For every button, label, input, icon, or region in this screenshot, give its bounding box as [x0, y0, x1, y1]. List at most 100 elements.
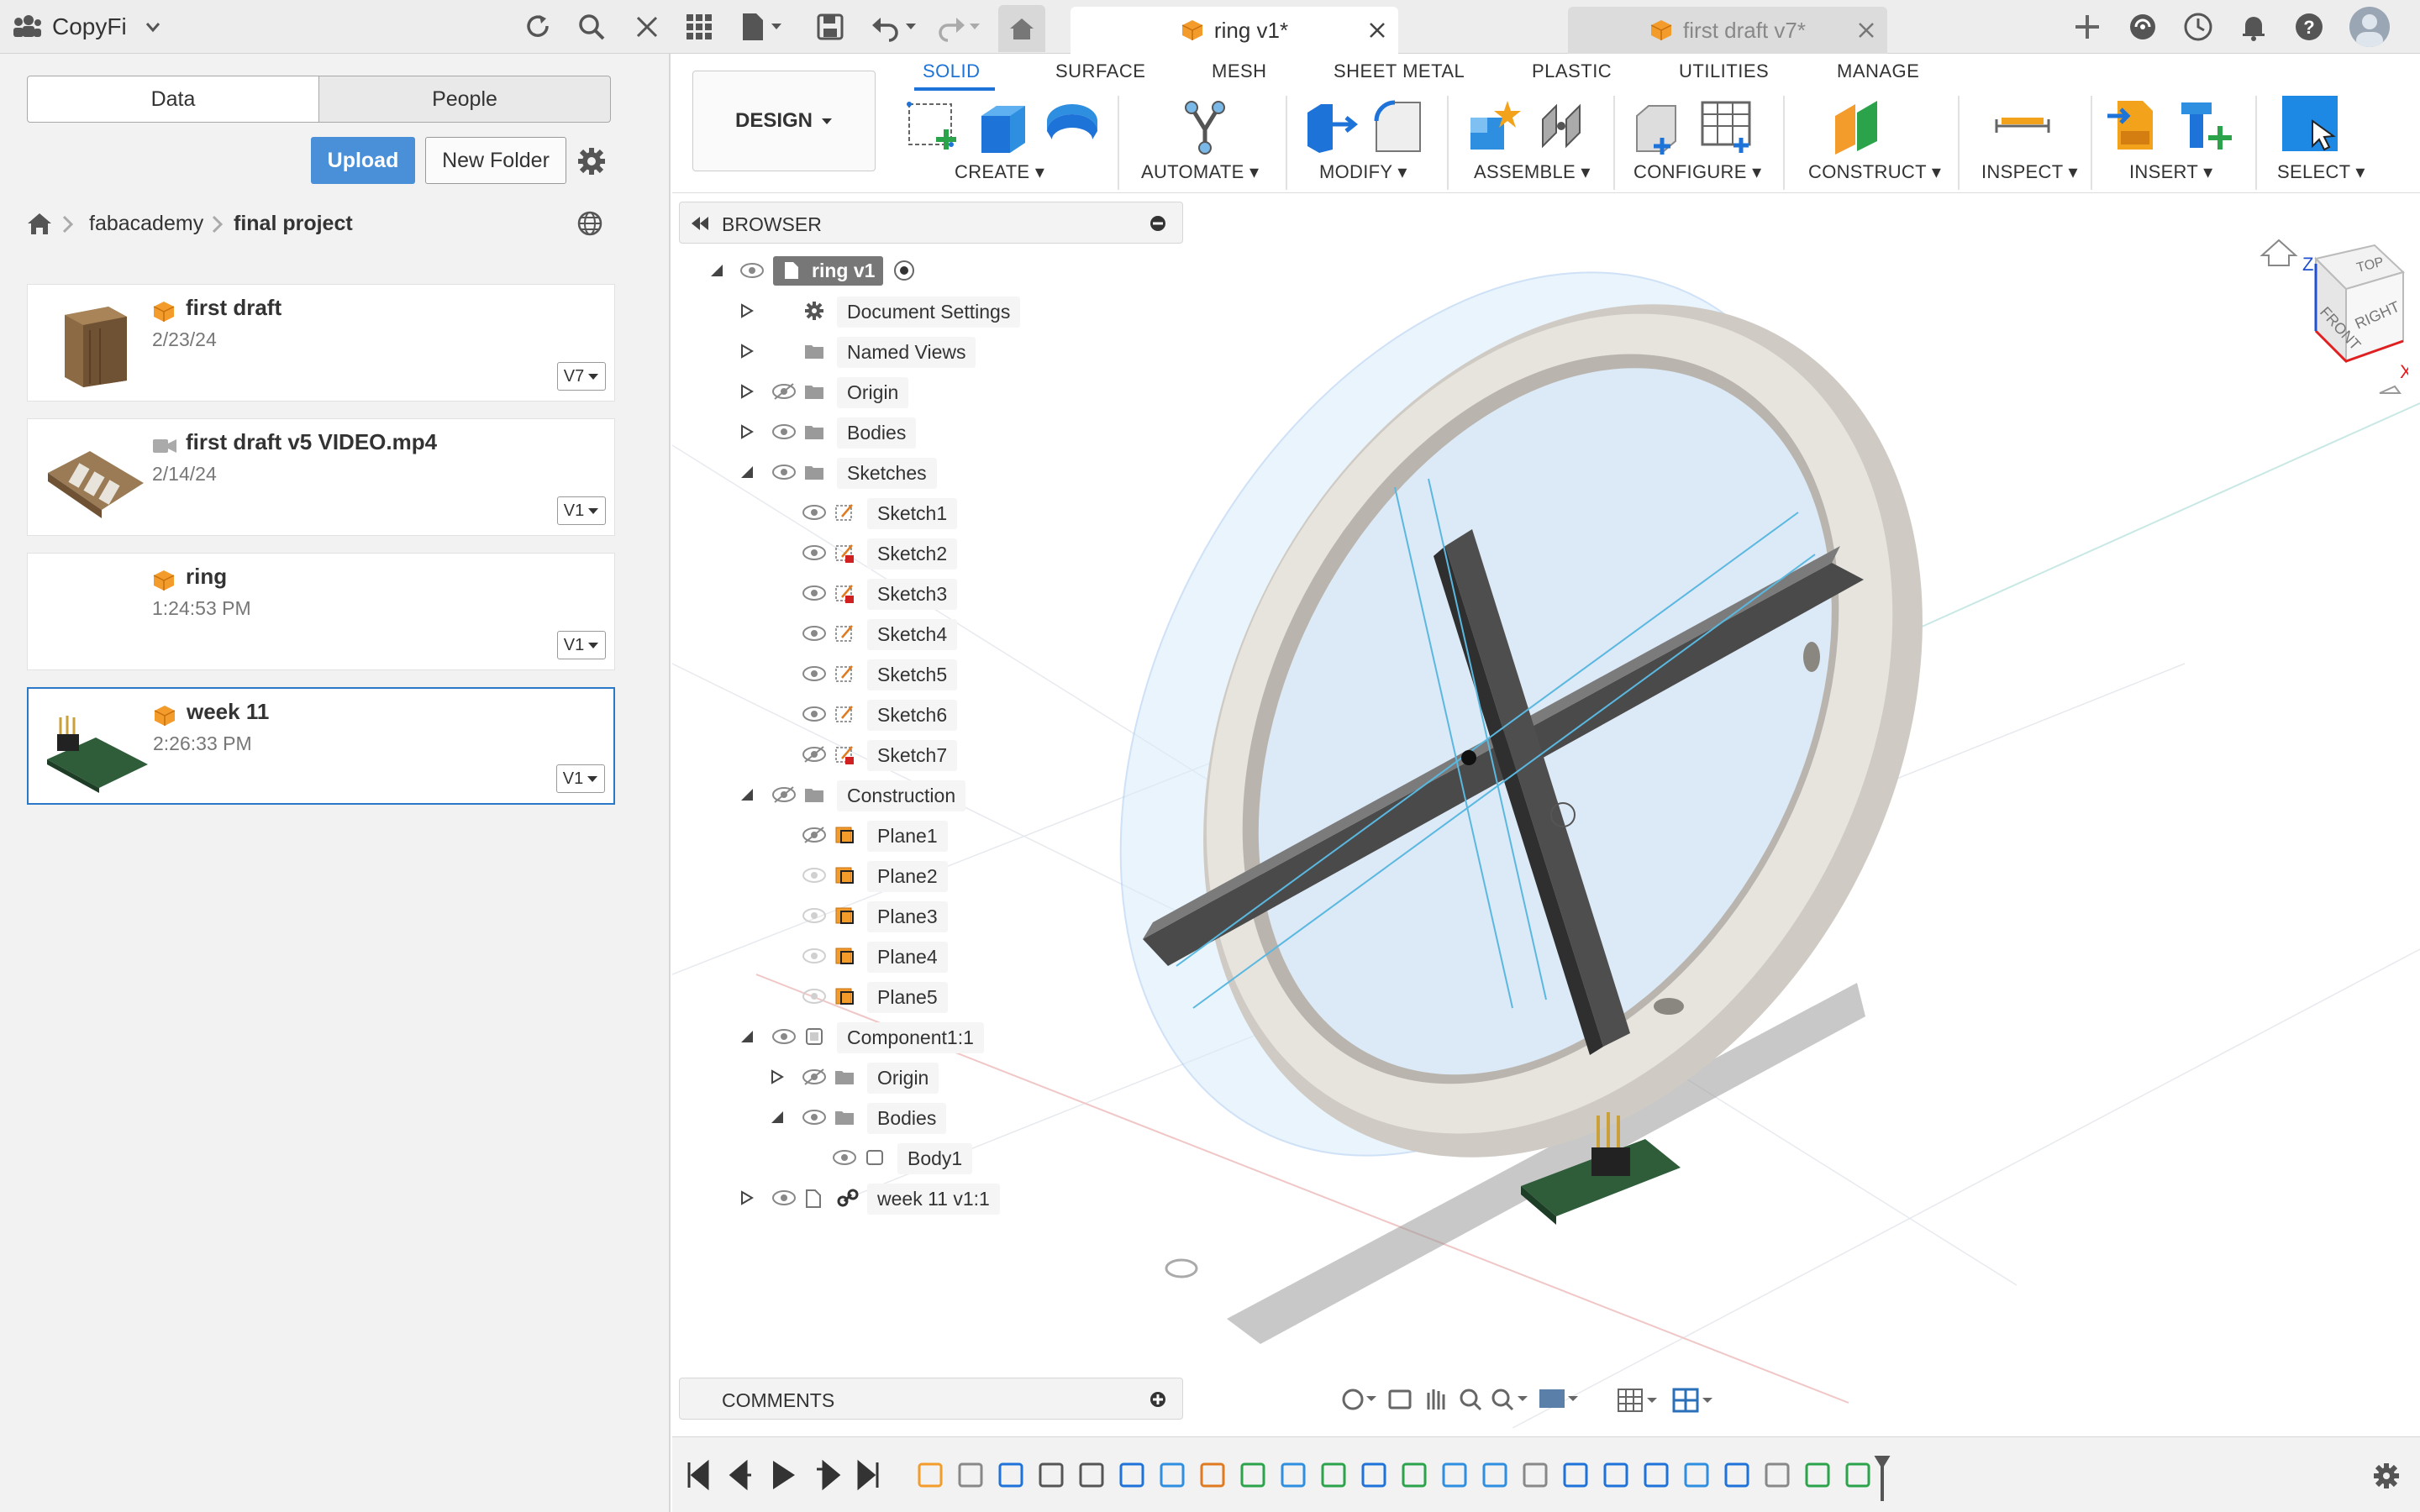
eye-icon[interactable]: [802, 987, 827, 1005]
eye-icon[interactable]: [771, 423, 797, 441]
extensions-icon[interactable]: [2128, 12, 2158, 42]
tab-mesh[interactable]: MESH: [1212, 60, 1267, 82]
sketch-icon[interactable]: [904, 96, 965, 155]
timeline-feature-icon[interactable]: [1361, 1462, 1386, 1488]
fillet-icon[interactable]: [1368, 96, 1428, 155]
select-icon[interactable]: [2281, 96, 2341, 155]
tab-solid[interactable]: SOLID: [923, 60, 981, 82]
eye-icon[interactable]: [802, 705, 827, 723]
revolve-icon[interactable]: [1042, 96, 1102, 155]
timeline-feature-icon[interactable]: [998, 1462, 1023, 1488]
press-pull-icon[interactable]: [1299, 96, 1360, 155]
expand-open-icon[interactable]: [739, 787, 755, 802]
close-icon[interactable]: [1368, 21, 1386, 39]
eye-icon[interactable]: [771, 1189, 797, 1207]
timeline-feature-icon[interactable]: [1402, 1462, 1427, 1488]
list-item[interactable]: first draft v5 VIDEO.mp4 2/14/24 V1: [27, 418, 615, 536]
viewcube[interactable]: TOP FRONT RIGHT X Z: [2215, 213, 2408, 398]
timeline-feature-icon[interactable]: [1644, 1462, 1669, 1488]
close-icon[interactable]: [1857, 21, 1876, 39]
list-item[interactable]: first draft 2/23/24 V7: [27, 284, 615, 402]
list-item-selected[interactable]: week 11 2:26:33 PM V1: [27, 687, 615, 805]
new-tab-icon[interactable]: [2072, 12, 2102, 42]
tab-manage[interactable]: MANAGE: [1837, 60, 1919, 82]
eye-icon[interactable]: [832, 1148, 857, 1167]
gear-icon[interactable]: [576, 146, 607, 176]
timeline-feature-icon[interactable]: [918, 1462, 943, 1488]
timeline-feature-icon[interactable]: [958, 1462, 983, 1488]
configure-icon[interactable]: [1628, 96, 1689, 155]
tab-data[interactable]: Data: [27, 76, 319, 123]
group-automate[interactable]: AUTOMATE ▾: [1141, 161, 1259, 183]
offset-plane-icon[interactable]: [1828, 96, 1889, 155]
eye-icon[interactable]: [771, 382, 797, 401]
timeline-feature-icon[interactable]: [1523, 1462, 1548, 1488]
timeline-feature-icon[interactable]: [1240, 1462, 1265, 1488]
timeline-feature-icon[interactable]: [1845, 1462, 1870, 1488]
home-tab[interactable]: [998, 5, 1045, 52]
version-dropdown[interactable]: V7: [557, 362, 606, 391]
eye-icon[interactable]: [802, 866, 827, 885]
timeline-feature-icon[interactable]: [1079, 1462, 1104, 1488]
help-icon[interactable]: ?: [2294, 12, 2324, 42]
new-folder-button[interactable]: New Folder: [425, 137, 566, 184]
job-status-icon[interactable]: [2183, 12, 2213, 42]
timeline-feature-icon[interactable]: [1724, 1462, 1749, 1488]
tab-first-draft[interactable]: first draft v7*: [1568, 7, 1887, 54]
automate-icon[interactable]: [1175, 96, 1235, 155]
browser-header[interactable]: BROWSER: [679, 202, 1183, 244]
list-item[interactable]: ring 1:24:53 PM V1: [27, 553, 615, 670]
expand-closed-icon[interactable]: [739, 384, 755, 399]
eye-icon[interactable]: [771, 463, 797, 481]
breadcrumb-project[interactable]: fabacademy: [89, 212, 203, 236]
insert-svg-icon[interactable]: [2106, 96, 2166, 155]
group-create[interactable]: CREATE ▾: [955, 161, 1044, 183]
version-dropdown[interactable]: V1: [557, 496, 606, 525]
tab-surface[interactable]: SURFACE: [1055, 60, 1145, 82]
workspace-dropdown[interactable]: DESIGN: [692, 71, 876, 171]
timeline-feature-icon[interactable]: [1805, 1462, 1830, 1488]
upload-button[interactable]: Upload: [311, 137, 415, 184]
notifications-icon[interactable]: [2238, 12, 2269, 42]
group-inspect[interactable]: INSPECT ▾: [1981, 161, 2078, 183]
root-component-label[interactable]: ring v1: [773, 255, 884, 286]
team-name[interactable]: CopyFi: [52, 13, 127, 40]
group-select[interactable]: SELECT ▾: [2277, 161, 2365, 183]
chevron-down-icon[interactable]: [145, 18, 161, 35]
insert-mcmaster-icon[interactable]: [2176, 96, 2237, 155]
timeline-feature-icon[interactable]: [1482, 1462, 1507, 1488]
tab-plastic[interactable]: PLASTIC: [1532, 60, 1612, 82]
version-dropdown[interactable]: V1: [557, 631, 606, 659]
group-modify[interactable]: MODIFY ▾: [1319, 161, 1407, 183]
timeline-feature-icon[interactable]: [1281, 1462, 1306, 1488]
eye-icon[interactable]: [802, 745, 827, 764]
tab-people[interactable]: People: [318, 76, 611, 123]
gear-icon[interactable]: [2371, 1461, 2402, 1491]
group-construct[interactable]: CONSTRUCT ▾: [1808, 161, 1941, 183]
eye-icon[interactable]: [771, 785, 797, 804]
timeline-feature-icon[interactable]: [1684, 1462, 1709, 1488]
refresh-icon[interactable]: [523, 12, 553, 42]
joint-icon[interactable]: [1533, 96, 1593, 155]
group-configure[interactable]: CONFIGURE ▾: [1634, 161, 1761, 183]
timeline-feature-icon[interactable]: [1563, 1462, 1588, 1488]
eye-icon[interactable]: [802, 624, 827, 643]
expand-closed-icon[interactable]: [739, 303, 755, 318]
tab-sheet-metal[interactable]: SHEET METAL: [1334, 60, 1465, 82]
expand-closed-icon[interactable]: [739, 1190, 755, 1205]
expand-open-icon[interactable]: [770, 1110, 785, 1125]
timeline-feature-icon[interactable]: [1160, 1462, 1185, 1488]
minimize-icon[interactable]: [1149, 214, 1167, 233]
version-dropdown[interactable]: V1: [556, 764, 605, 793]
activate-radio-icon[interactable]: [892, 258, 917, 283]
globe-icon[interactable]: [576, 210, 605, 239]
timeline-feature-icon[interactable]: [1765, 1462, 1790, 1488]
timeline-feature-icon[interactable]: [1039, 1462, 1064, 1488]
extrude-icon[interactable]: [973, 96, 1034, 155]
expand-icon[interactable]: [1149, 1390, 1167, 1409]
configure-table-icon[interactable]: [1697, 96, 1758, 155]
eye-icon[interactable]: [802, 1108, 827, 1126]
eye-icon[interactable]: [771, 1027, 797, 1046]
expand-closed-icon[interactable]: [770, 1069, 785, 1084]
timeline-feature-icon[interactable]: [1200, 1462, 1225, 1488]
